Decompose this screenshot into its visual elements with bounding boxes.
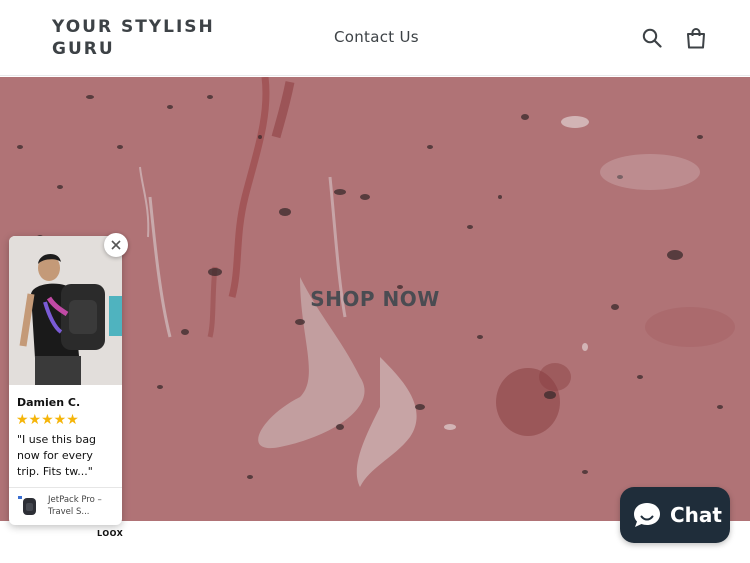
cart-button[interactable] bbox=[684, 26, 708, 50]
search-button[interactable] bbox=[640, 26, 664, 50]
site-header: YOUR STYLISH GURU Contact Us bbox=[0, 0, 750, 76]
review-photo bbox=[9, 236, 122, 385]
close-icon bbox=[111, 240, 121, 250]
loox-brand-logo: LOOX bbox=[97, 529, 124, 538]
chat-bubble-icon bbox=[634, 503, 660, 527]
chat-button[interactable]: Chat bbox=[620, 487, 730, 543]
site-logo[interactable]: YOUR STYLISH GURU bbox=[52, 16, 252, 60]
review-text: "I use this bag now for every trip. Fits… bbox=[17, 433, 97, 478]
star-rating: ★★★★★ bbox=[16, 412, 79, 428]
chat-label: Chat bbox=[670, 503, 722, 527]
shopping-bag-icon bbox=[687, 28, 705, 49]
reviewer-name: Damien C. bbox=[17, 396, 81, 409]
close-review-button[interactable] bbox=[104, 233, 128, 257]
review-divider bbox=[9, 487, 122, 488]
product-thumbnail bbox=[16, 493, 42, 519]
review-popup[interactable]: Damien C. ★★★★★ "I use this bag now for … bbox=[9, 236, 122, 525]
nav-contact-us[interactable]: Contact Us bbox=[334, 28, 419, 46]
review-product-name[interactable]: JetPack Pro – Travel S... bbox=[48, 494, 120, 518]
search-icon bbox=[642, 28, 662, 48]
